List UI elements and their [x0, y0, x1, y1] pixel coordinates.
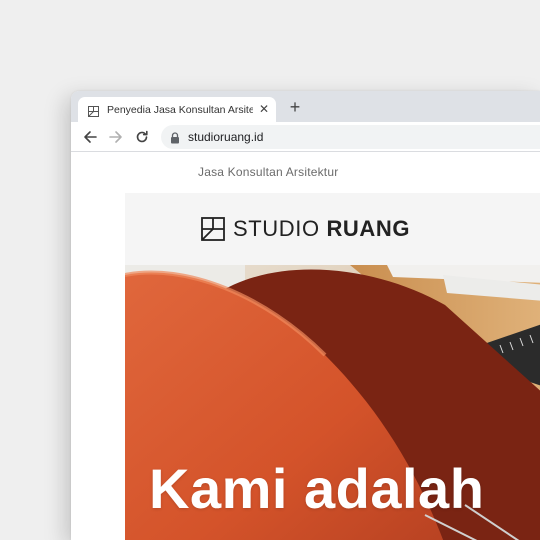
studio-ruang-logo-icon: [88, 104, 99, 117]
tab-title: Penyedia Jasa Konsultan Arsitektur | Stu…: [107, 104, 253, 116]
arrow-right-icon[interactable]: [107, 128, 125, 146]
logo-text-light: STUDIO: [233, 216, 320, 241]
browser-tab[interactable]: Penyedia Jasa Konsultan Arsitektur | Stu…: [78, 97, 276, 122]
browser-window: Penyedia Jasa Konsultan Arsitektur | Stu…: [71, 91, 540, 540]
logo-text: STUDIO RUANG: [233, 217, 410, 241]
lock-icon[interactable]: [170, 131, 180, 144]
reload-icon[interactable]: [133, 128, 151, 146]
address-bar[interactable]: studioruang.id: [161, 125, 540, 149]
page-tagline: Jasa Konsultan Arsitektur: [198, 165, 339, 179]
tab-strip: Penyedia Jasa Konsultan Arsitektur | Stu…: [71, 91, 540, 122]
browser-toolbar: studioruang.id: [71, 122, 540, 152]
plus-icon[interactable]: +: [286, 98, 304, 116]
url-text: studioruang.id: [188, 130, 264, 144]
hero-banner: Kami adalah: [125, 265, 540, 540]
logo-text-bold: RUANG: [326, 216, 411, 241]
close-icon[interactable]: ✕: [258, 103, 270, 115]
hero-heading: Kami adalah: [149, 457, 485, 520]
site-header: STUDIO RUANG: [125, 193, 540, 265]
site-logo[interactable]: STUDIO RUANG: [201, 217, 410, 241]
studio-ruang-logo-mark-icon: [201, 217, 225, 241]
arrow-left-icon[interactable]: [81, 128, 99, 146]
page-content: Jasa Konsultan Arsitektur STUDIO RUANG K…: [71, 153, 540, 540]
